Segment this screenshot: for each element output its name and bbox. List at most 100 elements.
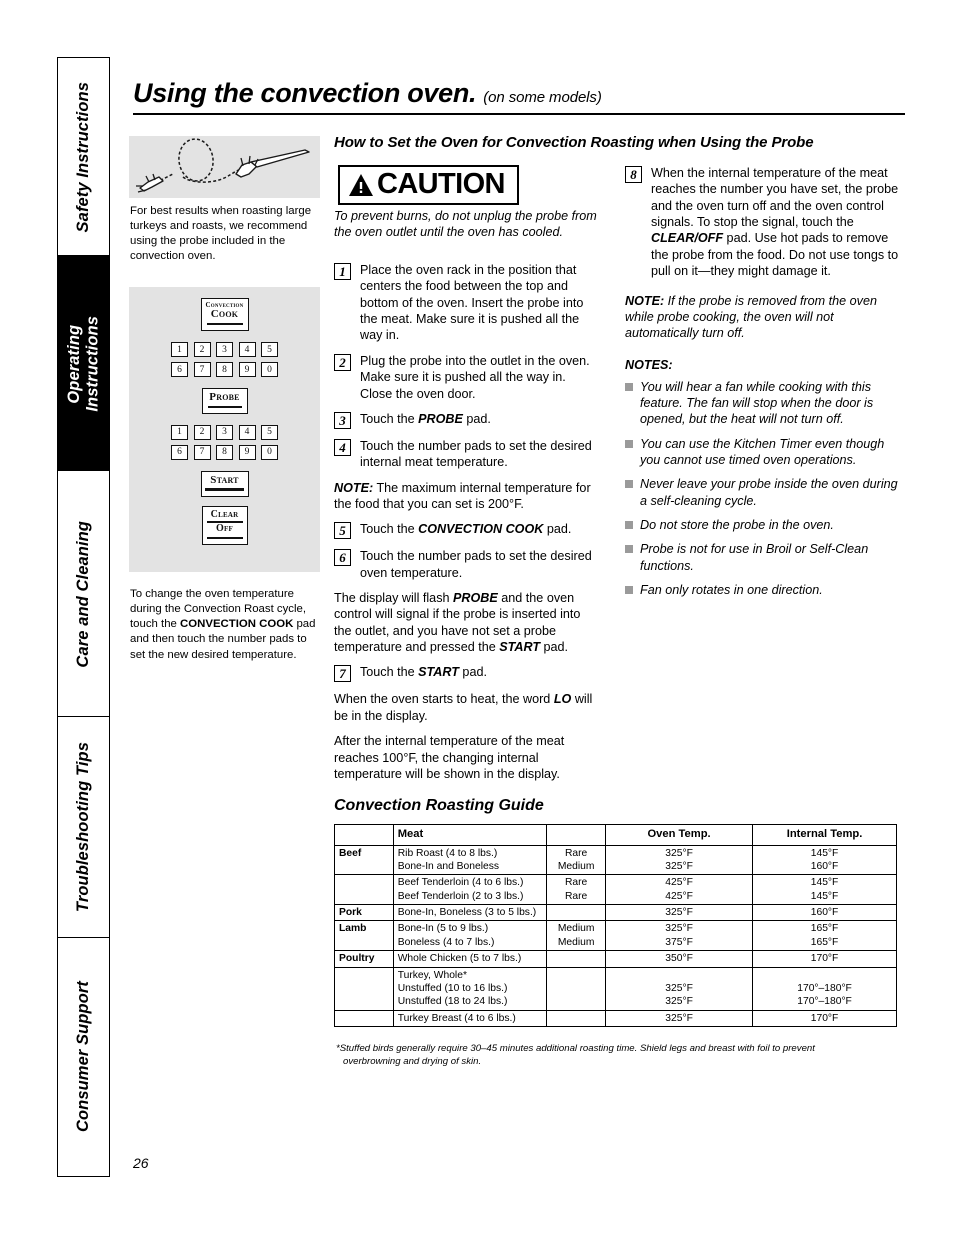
guide-title: Convection Roasting Guide — [334, 797, 544, 814]
pad-name: START — [499, 640, 541, 655]
sidebar-item-operating-instructions[interactable]: Operating Instructions — [57, 255, 110, 472]
number-key: 3 — [216, 342, 233, 358]
number-pad-row-top-2: 1 2 3 4 5 — [129, 424, 320, 440]
pad-name: PROBE — [453, 591, 498, 606]
display-flash-paragraph: The display will flash PROBE and the ove… — [334, 590, 599, 655]
cell-internal-temp: 170°–180°F 170°–180°F — [752, 966, 897, 1011]
cell-oven-temp: 425°F 425°F — [605, 874, 754, 906]
number-key: 9 — [238, 362, 256, 378]
note-bullet-text: You will hear a fan while cooking with t… — [640, 379, 874, 427]
number-pad-row-bottom-2: 6 7 8 9 0 — [129, 444, 320, 460]
sidebar-item-safety-instructions[interactable]: Safety Instructions — [57, 57, 110, 257]
step-text: When the internal temperature of the mea… — [651, 165, 900, 280]
panel-caption-bold: CONVECTION COOK — [180, 618, 294, 631]
column-header-doneness — [546, 824, 607, 846]
notes-heading: NOTES: — [625, 357, 673, 372]
cell-line: 145°F — [810, 877, 839, 889]
cell-doneness — [546, 1009, 607, 1028]
number-key: 4 — [238, 342, 256, 358]
pad-name: START — [418, 665, 459, 680]
cell-line: Rare — [564, 890, 588, 902]
note-bullet: Probe is not for use in Broil or Self-Cl… — [625, 541, 900, 574]
step-number: 8 — [625, 166, 642, 183]
meat-probe-icon — [136, 138, 310, 193]
sidebar-item-label: Consumer Support — [74, 981, 93, 1133]
display-word: LO — [553, 692, 572, 707]
cell-line: Medium — [557, 923, 595, 935]
step-number: 4 — [334, 438, 351, 456]
cell-line: 170°–180°F — [797, 982, 852, 994]
pad-underline — [205, 488, 244, 491]
note-text: The maximum internal temperature for the… — [334, 480, 591, 511]
cell-meat: Beef Tenderloin (4 to 6 lbs.) Beef Tende… — [392, 874, 548, 906]
square-bullet-icon — [625, 480, 633, 489]
cell-meat: Turkey Breast (4 to 6 lbs.) — [392, 1009, 548, 1028]
step-text-post: pad. — [543, 522, 572, 537]
sidebar-item-label: Care and Cleaning — [74, 520, 93, 668]
step-item: 5 Touch the CONVECTION COOK pad. — [334, 521, 599, 540]
step-text: Touch the PROBE pad. — [360, 411, 491, 429]
note-bullet: Do not store the probe in the oven. — [625, 517, 900, 533]
step-text-post: pad. — [462, 411, 491, 426]
clear-off-pad-line1: Clear — [210, 508, 239, 520]
note-bullet-text: Probe is not for use in Broil or Self-Cl… — [640, 542, 869, 573]
cell-oven-temp: 325°F 325°F — [605, 844, 754, 876]
table-row: Turkey Breast (4 to 6 lbs.) 325°F 170°F — [334, 1009, 897, 1028]
cell-line: 375°F — [665, 936, 693, 948]
cell-category: Beef — [334, 844, 394, 876]
cell-category — [334, 1010, 394, 1028]
cell-meat: Bone-In (5 to 9 lbs.) Boneless (4 to 7 l… — [392, 920, 548, 952]
number-key: 4 — [238, 424, 256, 440]
cell-internal-temp: 170°F — [752, 1009, 897, 1028]
note-bullet: You can use the Kitchen Timer even thoug… — [625, 436, 900, 469]
cell-line: 325°F — [665, 847, 693, 859]
cell-line: Rare — [564, 847, 588, 859]
step-text-post: pad. — [458, 665, 487, 680]
step-text: Plug the probe into the outlet in the ov… — [360, 353, 590, 401]
cell-category: Pork — [334, 904, 394, 922]
caution-text-block: To prevent burns, do not unplug the prob… — [334, 208, 599, 250]
note-probe-removed: NOTE: If the probe is removed from the o… — [625, 293, 900, 342]
footnote-line-1: *Stuffed birds generally require 30–45 m… — [336, 1043, 815, 1054]
sidebar-item-care-and-cleaning[interactable]: Care and Cleaning — [57, 469, 110, 718]
note-bullet-text: Never leave your probe inside the oven d… — [640, 477, 898, 508]
cell-meat: Turkey, Whole* Unstuffed (10 to 16 lbs.)… — [392, 966, 548, 1011]
cell-doneness: Rare Rare — [546, 874, 607, 906]
cell-line: 160°F — [810, 860, 839, 872]
cell-line: 325°F — [665, 860, 693, 872]
note-bullet-text: Fan only rotates in one direction. — [640, 583, 823, 598]
table-footnote: *Stuffed birds generally require 30–45 m… — [336, 1043, 898, 1068]
number-key: 0 — [261, 444, 278, 460]
step-text-pre: Touch the — [360, 665, 419, 680]
number-key: 8 — [216, 362, 233, 378]
sidebar-item-troubleshooting-tips[interactable]: Troubleshooting Tips — [57, 716, 110, 939]
number-pad-row-top-1: 1 2 3 4 5 — [129, 342, 320, 358]
warning-triangle-icon — [349, 173, 373, 196]
cell-line: 165°F — [810, 936, 839, 948]
cell-category — [334, 874, 394, 906]
note-label: NOTE: — [625, 293, 665, 308]
probe-pad: Probe — [201, 388, 248, 414]
cell-oven-temp: 325°F — [605, 904, 754, 922]
pad-name: CONVECTION COOK — [418, 522, 544, 537]
section-heading: How to Set the Oven for Convection Roast… — [334, 134, 814, 151]
cell-internal-temp: 160°F — [752, 904, 897, 922]
number-key: 7 — [193, 444, 211, 460]
cell-line: Turkey, Whole* — [397, 969, 467, 981]
number-key: 9 — [238, 444, 256, 460]
cell-doneness — [546, 950, 607, 968]
cell-line: Beef Tenderloin (2 to 3 lbs.) — [397, 890, 524, 902]
start-pad-label: Start — [210, 473, 239, 486]
sidebar-item-consumer-support[interactable]: Consumer Support — [57, 936, 110, 1177]
cell-line: 170°–180°F — [797, 996, 852, 1008]
caution-banner: CAUTION — [338, 165, 519, 205]
cell-line: 325°F — [665, 923, 693, 935]
step-text: Touch the CONVECTION COOK pad. — [360, 521, 571, 539]
display-flash-pre: The display will flash — [334, 591, 453, 606]
cell-oven-temp: 325°F 375°F — [605, 920, 754, 952]
step-item: 2 Plug the probe into the outlet in the … — [334, 353, 599, 402]
clear-off-pad-line2: Off — [216, 523, 233, 535]
number-key: 6 — [171, 362, 188, 378]
cell-line: Bone-In and Boneless — [397, 860, 500, 872]
column-header-category — [334, 824, 394, 846]
